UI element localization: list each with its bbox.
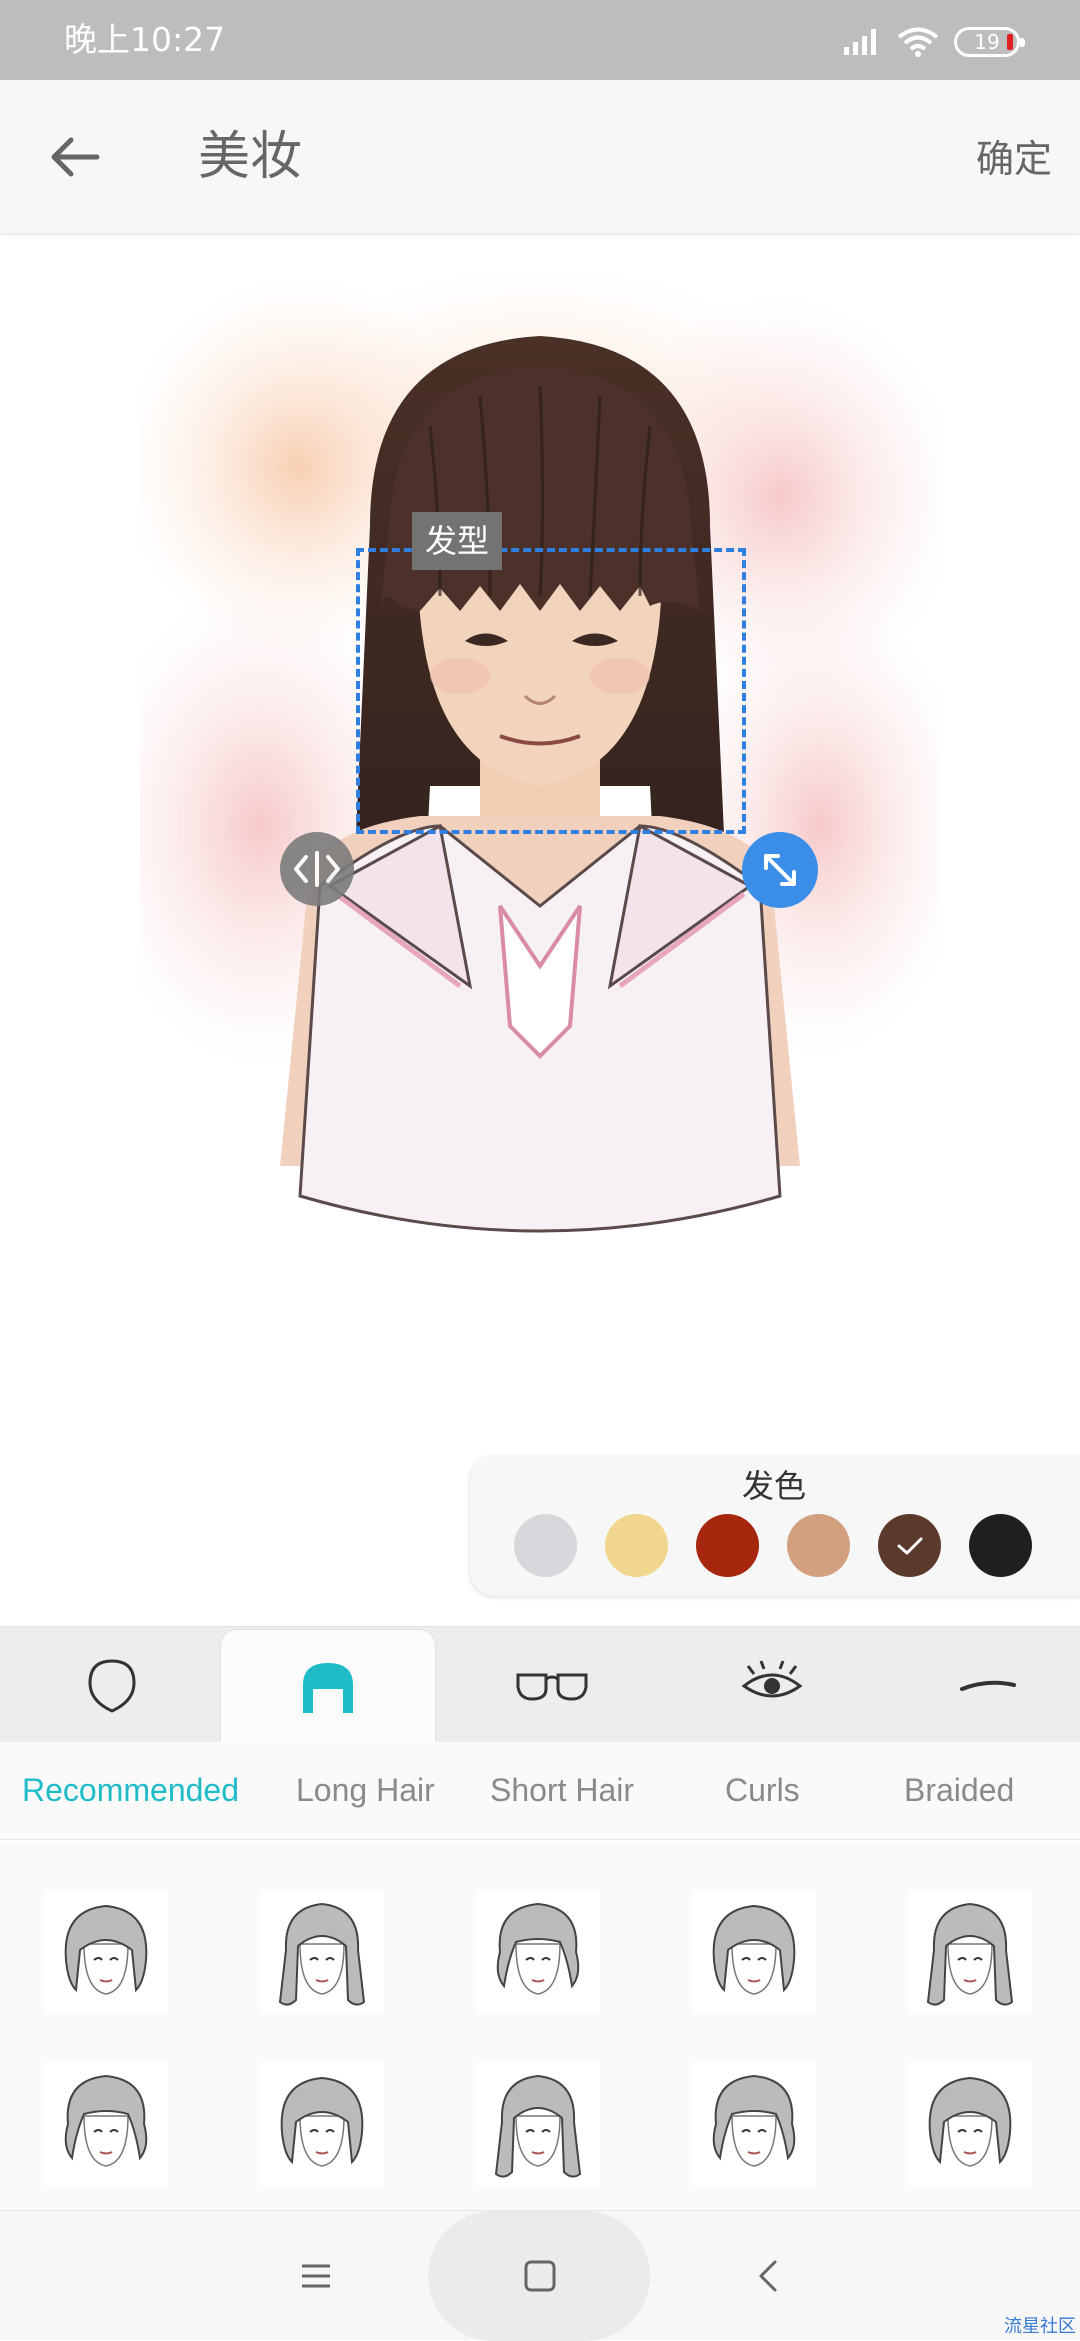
glasses-icon [516,1673,588,1701]
battery-level: 19 [974,30,1000,54]
hairstyle-sketch-icon [712,2074,796,2167]
tab-eyes[interactable] [664,1627,880,1743]
tab-braided[interactable]: Braided [904,1768,1014,1812]
hair-color-swatches [514,1514,1032,1577]
hair-selection-box[interactable] [356,548,746,834]
resize-handle[interactable] [742,832,818,908]
style-tabs: Recommended Long Hair Short Hair Curls B… [0,1742,1080,1840]
tab-eyebrows[interactable] [880,1627,1080,1743]
page-title: 美妆 [198,127,303,187]
hairstyle-sketch-icon [926,1902,1014,2006]
hair-color-swatch[interactable] [878,1514,941,1577]
editor-canvas[interactable]: 发型 [0,236,1080,1626]
status-bar: 晚上10:27 19 [0,0,1080,80]
selection-label: 发型 [412,512,502,570]
system-back-button[interactable] [738,2251,798,2301]
hair-color-swatch[interactable] [514,1514,577,1577]
hairstyle-thumbnail[interactable] [476,1890,600,2014]
home-button[interactable] [510,2251,570,2301]
mirror-handle[interactable] [280,832,354,906]
hairstyle-thumbnail[interactable] [260,2062,384,2186]
hairstyle-thumbnail[interactable] [260,1890,384,2014]
menu-button[interactable] [286,2251,346,2301]
hairstyle-thumbnail[interactable] [44,1890,168,2014]
home-icon [524,2260,556,2292]
hairstyle-sketch-icon [280,2076,364,2167]
hairstyle-thumbnail[interactable] [692,1890,816,2014]
signal-icon [844,29,876,55]
hairstyle-sketch-icon [64,1904,148,1995]
tab-short-hair[interactable]: Short Hair [490,1768,634,1812]
hair-color-swatch[interactable] [696,1514,759,1577]
hair-color-panel: 发色 [470,1456,1080,1596]
hairstyle-grid [0,1842,1080,2212]
hairstyle-thumbnail[interactable] [908,2062,1032,2186]
tab-glasses[interactable] [444,1627,660,1743]
arrow-left-icon [51,137,100,177]
hairstyle-thumbnail[interactable] [692,2062,816,2186]
eye-icon [741,1660,803,1698]
tab-long-hair[interactable]: Long Hair [296,1768,435,1812]
confirm-button[interactable]: 确定 [976,132,1052,186]
hairstyle-sketch-icon [494,2074,582,2178]
hairstyle-sketch-icon [928,2076,1012,2167]
resize-icon [764,854,796,886]
hair-color-title: 发色 [741,1467,806,1505]
hairstyle-thumbnail[interactable] [44,2062,168,2186]
face-shape-icon [88,1659,136,1713]
eyebrow-icon [960,1680,1016,1691]
hair-color-swatch[interactable] [969,1514,1032,1577]
tab-recommended[interactable]: Recommended [22,1768,239,1812]
wifi-icon [897,27,939,57]
tab-curls[interactable]: Curls [725,1768,800,1812]
back-button[interactable] [40,122,110,192]
status-icons: 19 [842,22,1025,62]
navigation-bar: 流星社区 [0,2210,1080,2341]
hairstyle-sketch-icon [64,2074,148,2167]
tab-hair[interactable] [220,1629,436,1745]
status-time: 晚上10:27 [64,20,226,59]
hair-color-swatch[interactable] [787,1514,850,1577]
menu-icon [302,2264,330,2288]
hairstyle-thumbnail[interactable] [476,2062,600,2186]
hairstyle-sketch-icon [712,1904,796,1995]
tab-face-shape[interactable] [4,1627,220,1743]
hairstyle-thumbnail[interactable] [908,1890,1032,2014]
mirror-icon [294,851,340,887]
back-icon [759,2260,777,2292]
hairstyle-sketch-icon [496,1902,580,1995]
watermark: 流星社区 [1004,2316,1076,2337]
hair-icon [303,1662,353,1713]
hairstyle-sketch-icon [278,1902,366,2006]
check-icon [897,1537,922,1554]
category-tabs [0,1626,1080,1745]
hair-color-swatch[interactable] [605,1514,668,1577]
battery-icon: 19 [954,27,1025,57]
app-bar: 美妆 确定 [0,80,1080,234]
